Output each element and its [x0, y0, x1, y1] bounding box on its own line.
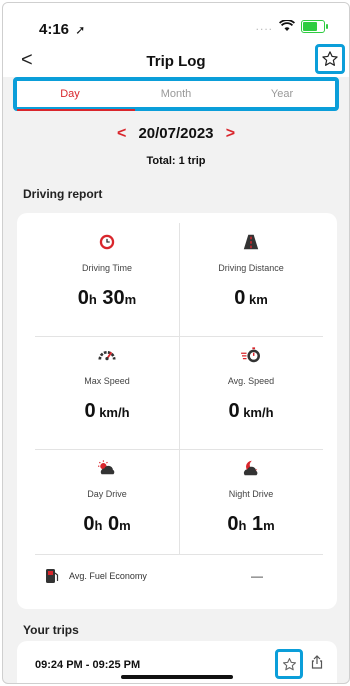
metric-number: 0: [84, 400, 96, 422]
location-arrow-icon: ➚: [75, 23, 86, 37]
metric-driving-distance: Driving Distance 0 km: [179, 223, 323, 336]
metric-label: Max Speed: [84, 376, 130, 386]
fuel-economy-value: —: [251, 569, 263, 583]
metric-day-drive: Day Drive 0h 0m: [35, 449, 179, 562]
metric-value: 0 km/h: [35, 400, 179, 423]
metric-unit: m: [263, 518, 275, 533]
battery-icon: [301, 19, 328, 33]
avg-speed-icon: [241, 347, 260, 363]
speedometer-icon: [98, 351, 116, 361]
metric-unit: km/h: [239, 405, 274, 420]
date-selector: < 20/07/2023 >: [3, 125, 349, 143]
page-title: Trip Log: [146, 53, 206, 70]
metric-label: Day Drive: [87, 489, 127, 499]
fuel-economy-label: Avg. Fuel Economy: [69, 571, 147, 581]
metric-max-speed: Max Speed 0 km/h: [35, 336, 179, 449]
moon-cloud-icon: [243, 460, 258, 476]
metric-number: 0: [227, 513, 239, 535]
signal-dots: ....: [255, 19, 273, 33]
home-indicator: [121, 675, 233, 679]
share-icon[interactable]: [311, 655, 323, 669]
metric-label: Avg. Speed: [227, 376, 275, 386]
star-icon: [322, 51, 338, 66]
tab-day[interactable]: Day: [17, 81, 135, 111]
status-bar: 4:16 ➚ ....: [3, 3, 349, 47]
metric-unit: km: [245, 292, 268, 307]
metric-unit: km/h: [95, 405, 130, 420]
status-right: ....: [255, 19, 328, 33]
metric-number: 0: [83, 513, 95, 535]
sun-cloud-icon: [98, 460, 115, 475]
metric-unit: m: [124, 292, 137, 307]
metric-value: 0h 0m: [35, 513, 179, 536]
driving-report-card: Driving Time 0h 30m Driving Distance 0 k…: [17, 213, 337, 609]
metric-avg-speed: Avg. Speed 0 km/h: [179, 336, 323, 449]
metric-number: 0: [228, 400, 240, 422]
star-icon: [282, 657, 296, 670]
tab-month[interactable]: Month: [123, 81, 229, 107]
metric-number: 30: [96, 287, 125, 309]
wifi-icon: [279, 20, 295, 31]
prev-date-button[interactable]: <: [117, 125, 126, 142]
metric-label: Driving Distance: [218, 263, 284, 273]
metric-unit: m: [119, 518, 131, 533]
tab-year[interactable]: Year: [229, 81, 335, 107]
app-screen: 4:16 ➚ .... < Trip Log Day Month Year < …: [2, 2, 350, 684]
metric-label: Night Drive: [228, 489, 274, 499]
next-date-button[interactable]: >: [226, 125, 235, 142]
metric-value: 0h 1m: [179, 513, 323, 536]
road-icon: [243, 234, 259, 250]
metric-value: 0h 30m: [35, 287, 179, 310]
trip-favorite-button[interactable]: [275, 649, 303, 679]
metric-number: 1: [246, 513, 264, 535]
nav-header: < Trip Log: [3, 44, 349, 77]
period-tabs: Day Month Year: [13, 77, 339, 111]
trip-time-range: 09:24 PM - 09:25 PM: [35, 659, 141, 671]
metric-unit: h: [88, 292, 97, 307]
metric-number: 0: [234, 287, 246, 309]
status-time: 4:16: [39, 21, 70, 38]
metric-number: 0: [77, 287, 89, 309]
fuel-economy-row: Avg. Fuel Economy: [45, 568, 147, 584]
metric-night-drive: Night Drive 0h 1m: [179, 449, 323, 562]
driving-report-heading: Driving report: [23, 187, 103, 201]
metric-value: 0 km: [179, 287, 323, 310]
selected-date: 20/07/2023: [138, 125, 214, 142]
clock-icon: [99, 234, 115, 250]
your-trips-heading: Your trips: [23, 623, 79, 637]
metric-driving-time: Driving Time 0h 30m: [35, 223, 179, 336]
metric-label: Driving Time: [81, 263, 132, 273]
status-time-group: 4:16 ➚: [39, 21, 85, 38]
favorite-button[interactable]: [315, 44, 345, 74]
metric-value: 0 km/h: [179, 400, 323, 423]
metric-number: 0: [102, 513, 120, 535]
total-trips: Total: 1 trip: [146, 155, 206, 167]
fuel-pump-icon: [46, 569, 59, 583]
